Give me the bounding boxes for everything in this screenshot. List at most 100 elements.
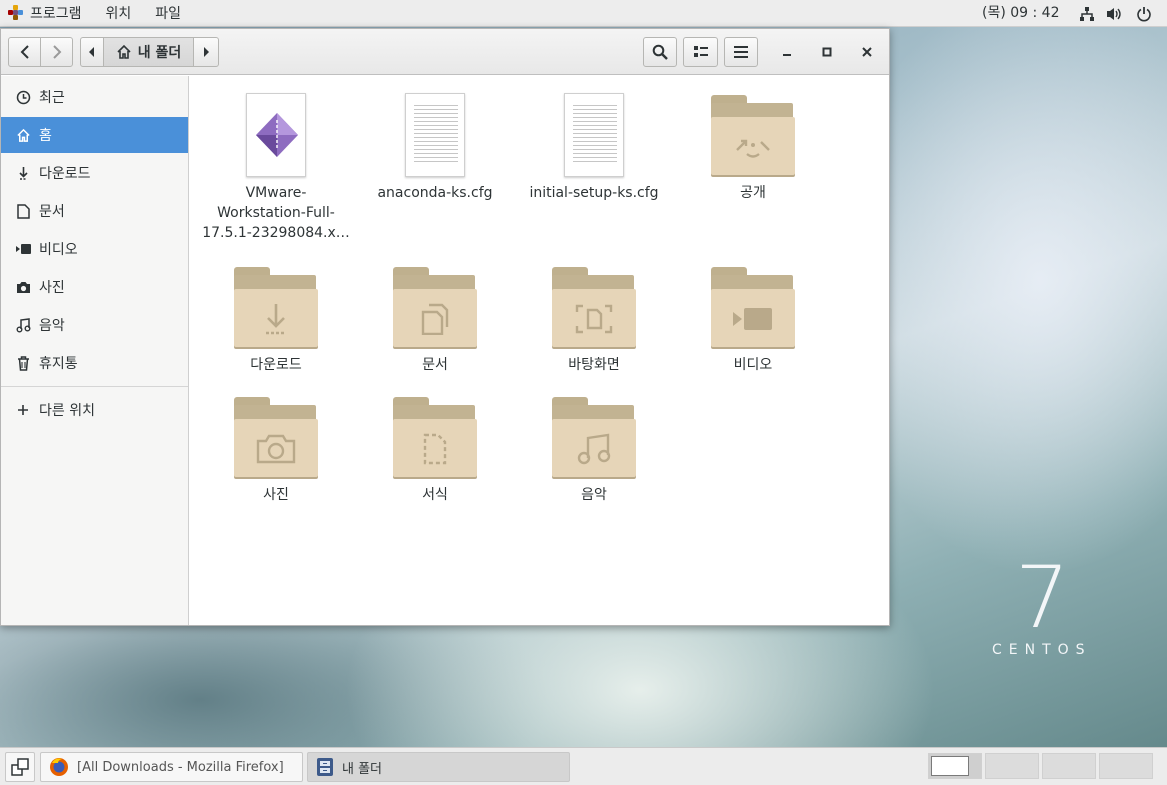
sidebar-item-label: 다운로드 — [39, 166, 91, 182]
maximize-icon — [822, 47, 832, 57]
trash-icon — [15, 355, 31, 371]
file-item[interactable]: 바탕화면 — [519, 265, 669, 375]
workspace-3[interactable] — [1042, 753, 1096, 779]
sidebar-item-other-locations[interactable]: 다른 위치 — [1, 392, 188, 428]
taskbar: [All Downloads - Mozilla Firefox] 내 폴더 — [0, 747, 1167, 785]
top-bar: 프로그램 위치 파일 (목) 09 : 42 — [0, 0, 1167, 27]
desktop-icon — [574, 299, 614, 339]
sidebar-item-videos[interactable]: 비디오 — [1, 231, 188, 267]
places-menu[interactable]: 위치 — [94, 0, 144, 27]
maximize-button[interactable] — [812, 37, 842, 67]
sidebar-item-pictures[interactable]: 사진 — [1, 269, 188, 305]
applications-menu[interactable]: 프로그램 — [0, 0, 94, 27]
pan-left-icon — [89, 47, 94, 57]
sidebar-item-documents[interactable]: 문서 — [1, 193, 188, 229]
sidebar-separator — [1, 386, 188, 387]
path-bar-label: 내 폴더 — [137, 45, 182, 61]
hamburger-menu-icon — [734, 46, 748, 58]
volume-icon[interactable] — [1106, 5, 1123, 22]
document-icon — [415, 299, 455, 339]
plus-icon — [15, 402, 31, 418]
show-desktop-button[interactable] — [5, 752, 35, 782]
applications-icon — [8, 5, 24, 21]
file-view: VMware- Workstation-Full- 17.5.1-2329808… — [190, 76, 889, 625]
search-button[interactable] — [643, 37, 677, 67]
header-bar: 내 폴더 — [1, 29, 889, 75]
network-icon[interactable] — [1078, 5, 1095, 22]
file-name-line: Workstation-Full- — [217, 205, 335, 221]
file-name: initial-setup-ks.cfg — [529, 185, 659, 201]
file-name-line: 17.5.1-23298084.x… — [202, 225, 350, 241]
power-icon[interactable] — [1135, 5, 1152, 22]
forward-button[interactable] — [40, 37, 73, 67]
file-item[interactable]: 사진 — [201, 395, 351, 505]
music-icon — [574, 429, 614, 469]
download-icon — [15, 165, 31, 181]
file-item[interactable]: 문서 — [360, 265, 510, 375]
sidebar-item-label: 문서 — [39, 204, 65, 220]
file-name: 음악 — [581, 487, 607, 503]
sidebar-item-home[interactable]: 홈 — [1, 117, 188, 153]
file-name: 다운로드 — [250, 357, 302, 373]
sidebar-item-trash[interactable]: 휴지통 — [1, 345, 188, 381]
file-item[interactable]: anaconda-ks.cfg — [360, 93, 510, 203]
sidebar-item-label: 홈 — [39, 128, 52, 144]
firefox-icon — [50, 758, 68, 776]
pan-right-icon — [204, 47, 209, 57]
file-item[interactable]: 다운로드 — [201, 265, 351, 375]
file-name: anaconda-ks.cfg — [377, 185, 493, 201]
back-button[interactable] — [8, 37, 41, 67]
file-manager-window: 내 폴더 최근 홈 다운로드 문서 비디오 사진 음악 휴지통 다른 위치 VM… — [0, 28, 890, 626]
folder-icon — [552, 265, 636, 349]
sidebar-item-label: 최근 — [39, 90, 65, 106]
folder-icon — [552, 395, 636, 479]
sidebar-item-recent[interactable]: 최근 — [1, 79, 188, 115]
sidebar-item-downloads[interactable]: 다운로드 — [1, 155, 188, 191]
path-scroll-left-button[interactable] — [80, 37, 104, 67]
search-icon — [652, 44, 668, 60]
chevron-left-icon — [20, 45, 29, 59]
file-manager-icon — [317, 758, 333, 776]
show-desktop-icon — [11, 758, 29, 776]
folder-icon — [393, 265, 477, 349]
share-icon — [733, 127, 773, 167]
sidebar-item-music[interactable]: 음악 — [1, 307, 188, 343]
text-file-icon — [405, 93, 465, 177]
centos-logo-number: 7 — [1015, 548, 1070, 648]
file-item[interactable]: VMware- Workstation-Full- 17.5.1-2329808… — [201, 93, 351, 243]
sidebar-item-label: 휴지통 — [39, 356, 78, 372]
bundle-file-icon — [246, 93, 306, 177]
places-menu-label: 위치 — [105, 6, 132, 22]
menu-button[interactable] — [724, 37, 758, 67]
folder-icon — [234, 395, 318, 479]
file-item[interactable]: initial-setup-ks.cfg — [519, 93, 669, 203]
clock[interactable]: (목) 09 : 42 — [982, 0, 1060, 27]
sidebar-item-label: 음악 — [39, 318, 65, 334]
workspace-1[interactable] — [928, 753, 982, 779]
taskbar-item-file-manager[interactable]: 내 폴더 — [307, 752, 570, 782]
file-item[interactable]: 음악 — [519, 395, 669, 505]
minimize-icon — [783, 54, 791, 56]
file-name: 비디오 — [733, 357, 773, 373]
file-menu-label: 파일 — [155, 6, 182, 22]
workspace-2[interactable] — [985, 753, 1039, 779]
path-scroll-right-button[interactable] — [193, 37, 219, 67]
view-mode-button[interactable] — [683, 37, 718, 67]
file-item[interactable]: 서식 — [360, 395, 510, 505]
taskbar-item-firefox[interactable]: [All Downloads - Mozilla Firefox] — [40, 752, 303, 782]
camera-icon — [15, 279, 31, 295]
text-file-icon — [564, 93, 624, 177]
sidebar: 최근 홈 다운로드 문서 비디오 사진 음악 휴지통 다른 위치 — [1, 76, 189, 625]
file-item[interactable]: 비디오 — [678, 265, 828, 375]
workspace-4[interactable] — [1099, 753, 1153, 779]
file-item[interactable]: 공개 — [678, 93, 828, 203]
close-button[interactable] — [852, 37, 882, 67]
file-menu[interactable]: 파일 — [143, 0, 193, 27]
file-name: 공개 — [740, 185, 766, 201]
template-icon — [415, 429, 455, 469]
clock-icon — [15, 89, 31, 105]
minimize-button[interactable] — [772, 37, 802, 67]
video-icon — [15, 241, 31, 257]
path-bar-home-button[interactable]: 내 폴더 — [103, 37, 194, 67]
sidebar-item-label: 다른 위치 — [39, 403, 95, 419]
